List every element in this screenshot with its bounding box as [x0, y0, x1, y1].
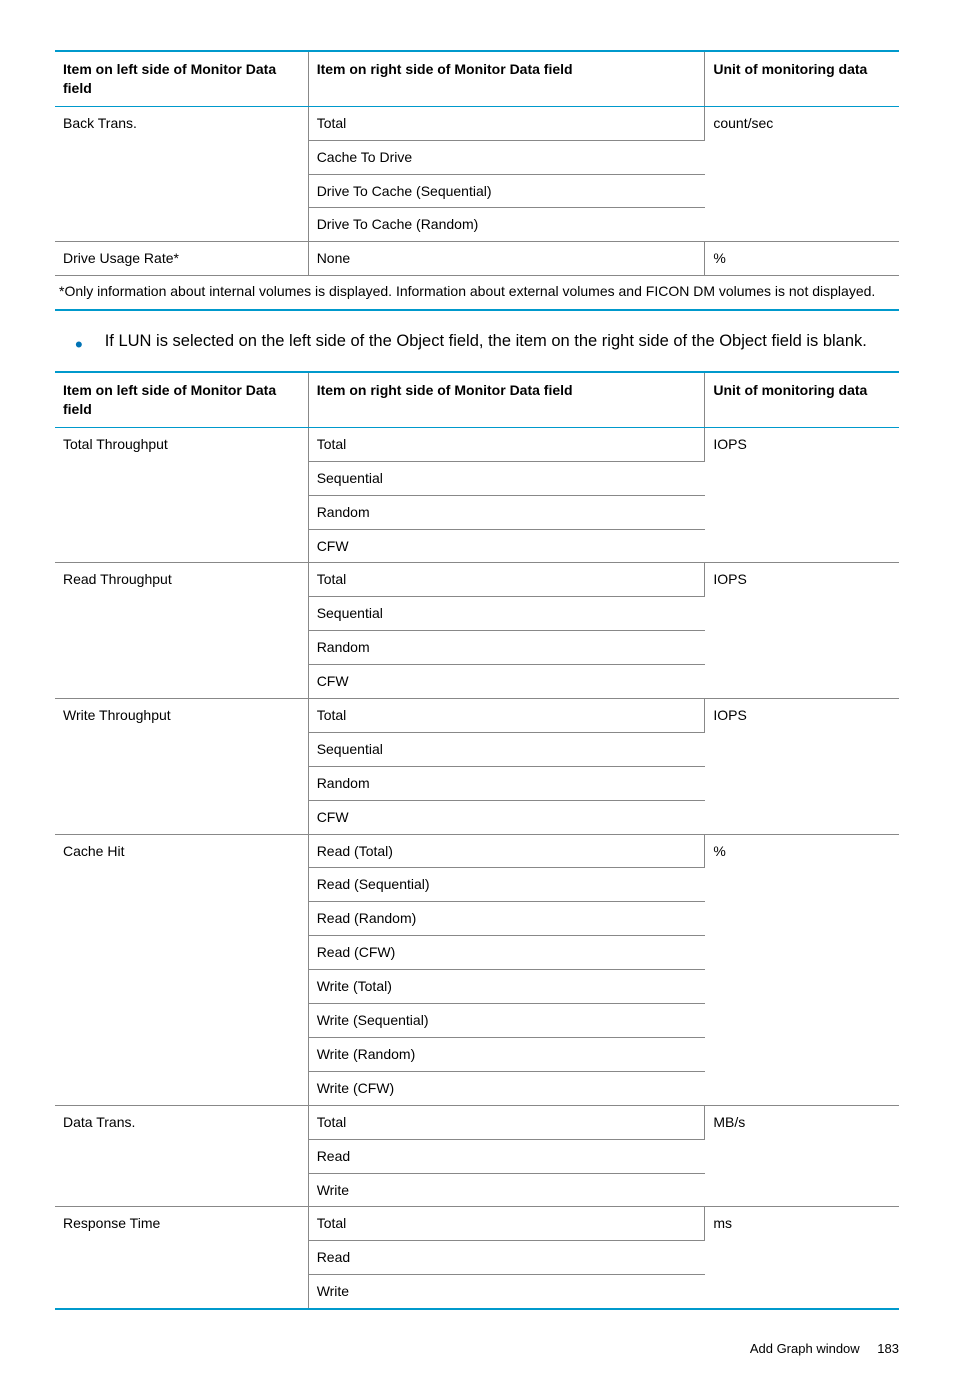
col-header-right: Item on right side of Monitor Data field — [308, 372, 705, 427]
cell-unit: IOPS — [705, 563, 899, 699]
footer-title: Add Graph window — [750, 1341, 860, 1356]
table-row: Response TimeTotalms — [55, 1207, 899, 1241]
table-footnote: *Only information about internal volumes… — [55, 276, 899, 310]
cell-right-item: Total — [308, 699, 705, 733]
cell-right-item: Cache To Drive — [308, 140, 705, 174]
table-header-row: Item on left side of Monitor Data field … — [55, 372, 899, 427]
cell-right-item: Write (Random) — [308, 1037, 705, 1071]
cell-left-item: Drive Usage Rate* — [55, 242, 308, 276]
cell-right-item: Write — [308, 1173, 705, 1207]
bullet-icon: • — [75, 337, 83, 353]
col-header-unit: Unit of monitoring data — [705, 51, 899, 106]
cell-right-item: Sequential — [308, 732, 705, 766]
cell-right-item: Drive To Cache (Sequential) — [308, 174, 705, 208]
bullet-text: If LUN is selected on the left side of t… — [105, 331, 867, 353]
table-row: Read ThroughputTotalIOPS — [55, 563, 899, 597]
col-header-unit: Unit of monitoring data — [705, 372, 899, 427]
cell-right-item: Read — [308, 1241, 705, 1275]
table-footnote-row: *Only information about internal volumes… — [55, 276, 899, 310]
table-row: Write ThroughputTotalIOPS — [55, 699, 899, 733]
monitor-data-table-1: Item on left side of Monitor Data field … — [55, 50, 899, 311]
cell-right-item: Total — [308, 563, 705, 597]
cell-right-item: Drive To Cache (Random) — [308, 208, 705, 242]
cell-right-item: Read (CFW) — [308, 936, 705, 970]
monitor-data-table-2: Item on left side of Monitor Data field … — [55, 371, 899, 1310]
cell-right-item: CFW — [308, 800, 705, 834]
cell-left-item: Read Throughput — [55, 563, 308, 699]
cell-right-item: Write (CFW) — [308, 1071, 705, 1105]
cell-left-item: Total Throughput — [55, 427, 308, 563]
cell-right-item: None — [308, 242, 705, 276]
col-header-right: Item on right side of Monitor Data field — [308, 51, 705, 106]
cell-unit: ms — [705, 1207, 899, 1309]
cell-right-item: Total — [308, 1105, 705, 1139]
page-footer: Add Graph window 183 — [55, 1340, 899, 1358]
cell-unit: IOPS — [705, 699, 899, 835]
table-row: Data Trans.TotalMB/s — [55, 1105, 899, 1139]
cell-right-item: CFW — [308, 665, 705, 699]
cell-right-item: Random — [308, 495, 705, 529]
cell-left-item: Cache Hit — [55, 834, 308, 1105]
cell-left-item: Response Time — [55, 1207, 308, 1309]
cell-unit: IOPS — [705, 427, 899, 563]
cell-right-item: Write (Total) — [308, 970, 705, 1004]
cell-right-item: Random — [308, 631, 705, 665]
table-header-row: Item on left side of Monitor Data field … — [55, 51, 899, 106]
cell-left-item: Data Trans. — [55, 1105, 308, 1207]
cell-unit: count/sec — [705, 106, 899, 242]
cell-unit: % — [705, 834, 899, 1105]
cell-right-item: Total — [308, 1207, 705, 1241]
cell-right-item: Total — [308, 427, 705, 461]
bullet-item: • If LUN is selected on the left side of… — [75, 331, 899, 353]
cell-right-item: Random — [308, 766, 705, 800]
cell-unit: % — [705, 242, 899, 276]
cell-right-item: Write (Sequential) — [308, 1004, 705, 1038]
cell-right-item: Sequential — [308, 597, 705, 631]
table-row: Drive Usage Rate*None% — [55, 242, 899, 276]
cell-right-item: Read — [308, 1139, 705, 1173]
cell-right-item: Read (Random) — [308, 902, 705, 936]
cell-right-item: CFW — [308, 529, 705, 563]
page-number: 183 — [877, 1341, 899, 1356]
cell-right-item: Sequential — [308, 461, 705, 495]
cell-left-item: Write Throughput — [55, 699, 308, 835]
table-row: Cache HitRead (Total)% — [55, 834, 899, 868]
cell-right-item: Write — [308, 1275, 705, 1309]
table-row: Back Trans.Totalcount/sec — [55, 106, 899, 140]
cell-right-item: Read (Total) — [308, 834, 705, 868]
cell-left-item: Back Trans. — [55, 106, 308, 242]
cell-unit: MB/s — [705, 1105, 899, 1207]
table-row: Total ThroughputTotalIOPS — [55, 427, 899, 461]
cell-right-item: Total — [308, 106, 705, 140]
col-header-left: Item on left side of Monitor Data field — [55, 372, 308, 427]
cell-right-item: Read (Sequential) — [308, 868, 705, 902]
col-header-left: Item on left side of Monitor Data field — [55, 51, 308, 106]
